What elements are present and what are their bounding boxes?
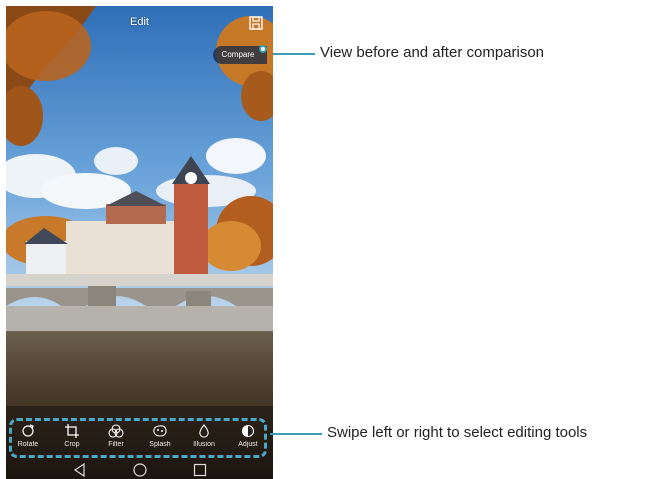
save-icon[interactable] xyxy=(248,15,264,31)
phone-screen: Edit Compare Rotate Crop Filter Splash I… xyxy=(6,6,273,479)
toolbar-highlight-frame xyxy=(9,418,267,458)
compare-callout-line xyxy=(273,53,315,55)
home-icon[interactable] xyxy=(132,463,148,477)
tools-callout-line xyxy=(270,433,322,435)
navigation-bar xyxy=(6,460,273,479)
edited-photo xyxy=(6,6,273,479)
compare-callout-text: View before and after comparison xyxy=(320,44,545,61)
compare-callout-dot xyxy=(259,45,267,53)
top-bar: Edit xyxy=(6,6,273,40)
page-title: Edit xyxy=(130,16,149,28)
recents-icon[interactable] xyxy=(192,463,208,477)
tools-callout-text: Swipe left or right to select editing to… xyxy=(327,424,588,441)
back-icon[interactable] xyxy=(72,463,88,477)
